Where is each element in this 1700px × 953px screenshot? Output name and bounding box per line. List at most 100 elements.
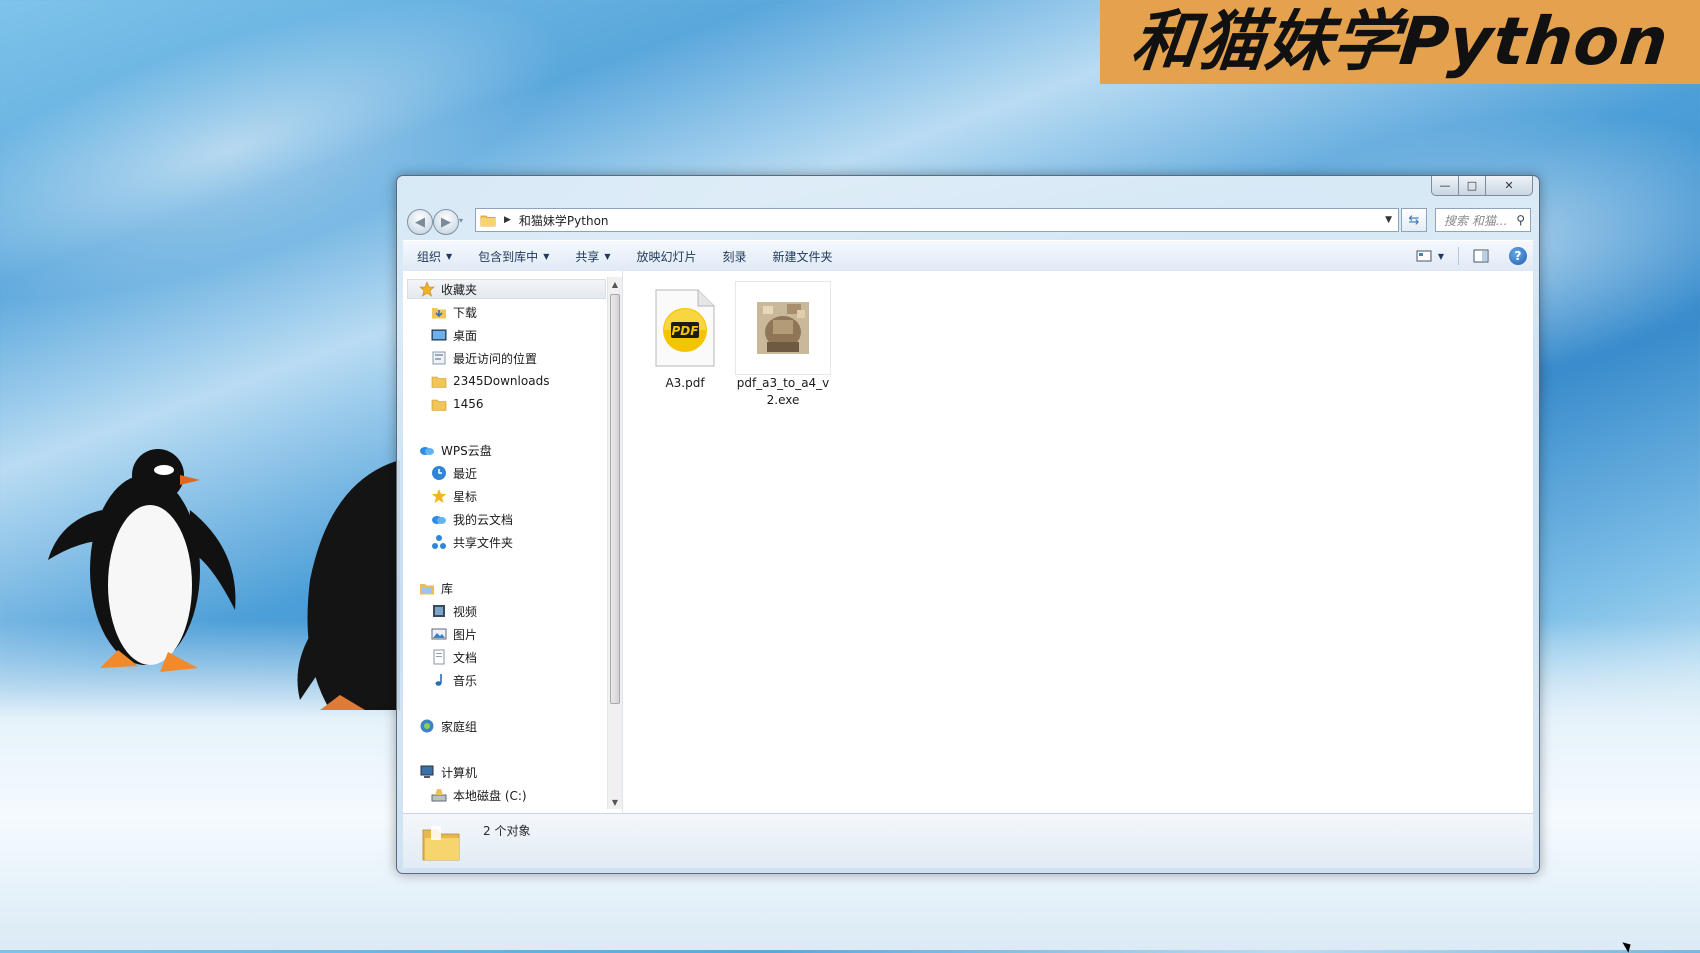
pane-splitter[interactable] [622,271,623,813]
minimize-button[interactable]: — [1431,176,1459,196]
cloud-icon [419,442,435,458]
nav-item-recent[interactable]: 最近 [431,463,477,483]
minimize-icon: — [1439,179,1451,192]
organize-menu[interactable]: 组织 ▼ [403,248,465,265]
file-item-exe[interactable]: pdf_a3_to_a4_v2.exe [735,281,831,409]
nav-item-label: 桌面 [453,328,478,343]
nav-item-desktop[interactable]: 桌面 [431,325,477,345]
address-bar[interactable]: ▶ 和猫妹学Python ▼ [475,208,1399,232]
address-path[interactable]: 和猫妹学Python [519,212,609,229]
caption-buttons: — □ ✕ [1431,176,1533,196]
forward-button[interactable]: ▶ [433,209,459,235]
file-list: PDF A3.pdf pdf_a3_to_a4_v2.exe [625,271,1533,813]
nav-item-label: 共享文件夹 [453,535,514,550]
caret-down-icon: ▼ [604,251,611,261]
nav-item-label: 图片 [453,627,478,642]
include-in-library-menu[interactable]: 包含到库中 ▼ [465,248,562,265]
share-icon [431,534,447,550]
pdf-file-icon: PDF [655,289,715,367]
nav-favorites[interactable]: 收藏夹 [407,279,606,299]
scroll-down-icon[interactable]: ▼ [608,795,622,809]
help-icon[interactable]: ? [1509,247,1527,265]
nav-item-local-disk-c[interactable]: 本地磁盘 (C:) [431,785,527,805]
star-icon [431,488,447,504]
nav-homegroup[interactable]: 家庭组 [419,716,477,736]
nav-item-my-cloud-docs[interactable]: 我的云文档 [431,509,513,529]
homegroup-icon [419,718,435,734]
nav-item-label: 我的云文档 [453,512,514,527]
nav-item-2345downloads[interactable]: 2345Downloads [431,371,549,391]
nav-item-label: 下载 [453,305,478,320]
scroll-up-icon[interactable]: ▲ [608,277,622,291]
preview-pane-icon[interactable] [1473,249,1489,263]
file-name: pdf_a3_to_a4_v2.exe [736,376,830,407]
explorer-window: — □ ✕ ◀ ▶ ▾ ▶ 和猫妹学Python ▼ ⇆ 搜索 和猫... ⚲ … [396,175,1540,874]
search-placeholder: 搜索 和猫... [1444,213,1508,228]
nav-computer[interactable]: 计算机 [419,762,477,782]
download-folder-icon [431,304,447,320]
nav-item-shared-folder[interactable]: 共享文件夹 [431,532,513,552]
recent-pages-chevron-icon[interactable]: ▾ [459,216,463,225]
share-label: 共享 [575,249,600,264]
view-icon [1416,250,1432,262]
maximize-button[interactable]: □ [1459,176,1486,196]
organize-label: 组织 [417,249,442,264]
address-dropdown-icon[interactable]: ▼ [1385,215,1392,225]
folder-icon [431,396,447,412]
nav-favorites-label: 收藏夹 [441,282,478,297]
nav-item-label: 最近 [453,466,478,481]
nav-scrollbar[interactable]: ▲ ▼ [607,277,622,809]
caret-down-icon: ▼ [1437,251,1444,261]
share-menu[interactable]: 共享 ▼ [562,248,623,265]
scroll-thumb[interactable] [610,294,620,704]
toolbar-divider [1458,247,1459,265]
banner-text: 和猫妹学Python [1127,3,1673,80]
nav-item-downloads[interactable]: 下载 [431,302,477,322]
nav-item-label: 1456 [453,397,484,411]
search-icon[interactable]: ⚲ [1516,213,1525,227]
computer-icon [419,764,435,780]
caret-down-icon: ▼ [543,251,550,261]
burn-button[interactable]: 刻录 [710,248,760,265]
nav-item-documents[interactable]: 文档 [431,647,477,667]
burn-label: 刻录 [722,249,747,264]
nav-item-1456[interactable]: 1456 [431,394,484,414]
penguin-image [297,460,400,710]
new-folder-label: 新建文件夹 [772,249,833,264]
nav-item-starred[interactable]: 星标 [431,486,477,506]
nav-item-recent-places[interactable]: 最近访问的位置 [431,348,537,368]
nav-item-music[interactable]: 音乐 [431,670,477,690]
nav-item-videos[interactable]: 视频 [431,601,477,621]
nav-library[interactable]: 库 [419,578,453,598]
cloud-icon [431,511,447,527]
close-icon: ✕ [1504,179,1514,192]
nav-wps-cloud[interactable]: WPS云盘 [419,440,492,460]
content-area: 收藏夹 下载 桌面 最近访问的位置 2345Downloads 1456 WPS… [403,271,1533,814]
close-button[interactable]: ✕ [1486,176,1533,196]
folder-icon [480,215,496,227]
slideshow-label: 放映幻灯片 [636,249,697,264]
change-view-button[interactable]: ▼ [1416,250,1444,262]
item-count: 2 个对象 [483,824,531,838]
new-folder-button[interactable]: 新建文件夹 [760,248,846,265]
clock-icon [431,465,447,481]
search-box[interactable]: 搜索 和猫... ⚲ [1435,208,1531,232]
details-pane: 2 个对象 [403,814,1533,868]
refresh-button[interactable]: ⇆ [1401,208,1427,232]
nav-item-label: 2345Downloads [453,374,550,388]
forward-arrow-icon: ▶ [441,214,451,230]
back-button[interactable]: ◀ [407,209,433,235]
nav-item-label: 文档 [453,650,478,665]
title-banner: 和猫妹学Python [1100,0,1700,84]
caret-down-icon: ▼ [446,251,453,261]
documents-icon [431,649,447,665]
nav-item-label: 星标 [453,489,478,504]
refresh-icon: ⇆ [1408,212,1420,228]
nav-item-label: 最近访问的位置 [453,351,538,366]
command-bar: 组织 ▼ 包含到库中 ▼ 共享 ▼ 放映幻灯片 刻录 新建文件夹 ▼ ? [403,240,1533,272]
file-item-a3-pdf[interactable]: PDF A3.pdf [637,281,733,392]
nav-item-pictures[interactable]: 图片 [431,624,477,644]
nav-wps-label: WPS云盘 [441,443,492,458]
slideshow-button[interactable]: 放映幻灯片 [624,248,710,265]
exe-file-icon [757,302,809,354]
